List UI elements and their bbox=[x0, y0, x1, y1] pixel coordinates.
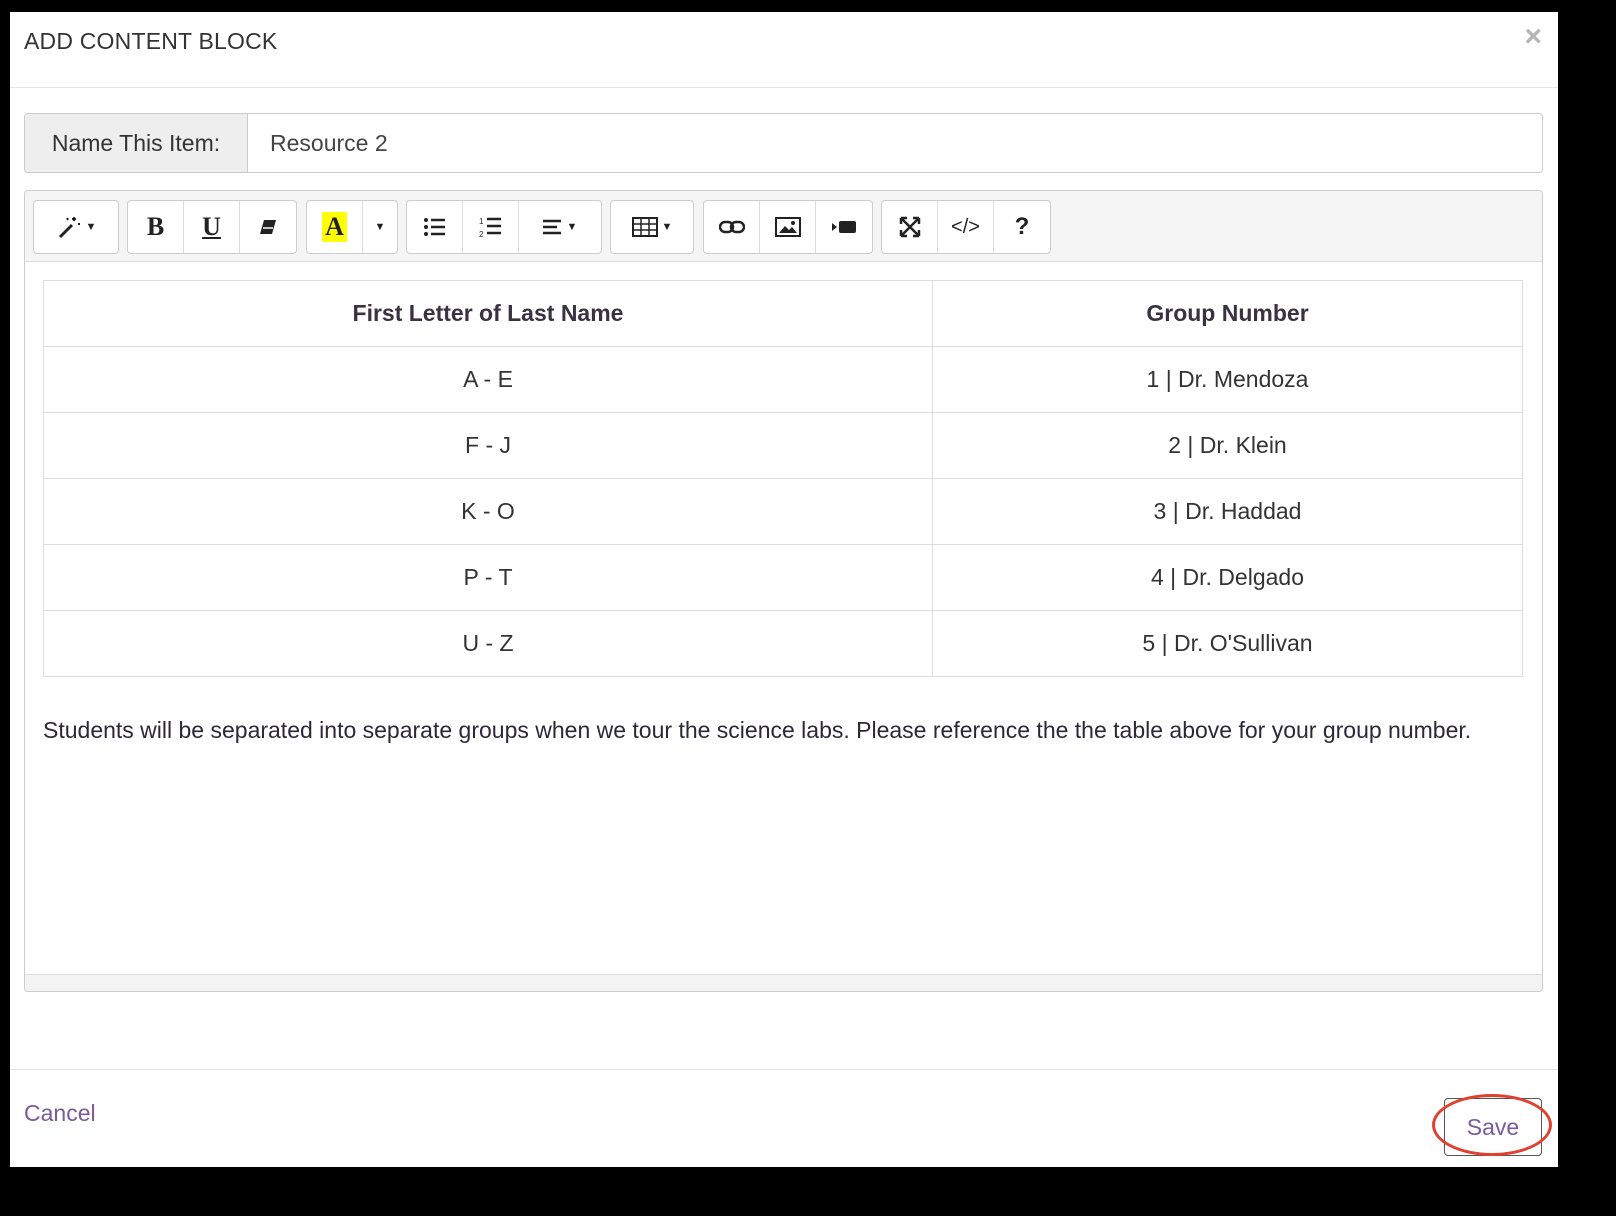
numbered-list-icon[interactable]: 12 bbox=[463, 201, 519, 253]
align-icon[interactable]: ▼ bbox=[519, 201, 601, 253]
letter-range-cell: U - Z bbox=[43, 610, 933, 677]
letter-range-cell: P - T bbox=[43, 544, 933, 611]
close-icon[interactable]: × bbox=[1524, 22, 1542, 52]
table-row: F - J 2 | Dr. Klein bbox=[43, 412, 1523, 479]
editor-resize-bar[interactable] bbox=[25, 974, 1542, 991]
font-style-group: B U bbox=[127, 200, 297, 254]
modal-title: ADD CONTENT BLOCK bbox=[24, 28, 278, 54]
group-cell: 1 | Dr. Mendoza bbox=[932, 346, 1523, 413]
highlight-icon[interactable]: A bbox=[307, 201, 363, 253]
cancel-button[interactable]: Cancel bbox=[24, 1100, 96, 1127]
misc-group: </> ? bbox=[881, 200, 1051, 254]
group-cell: 3 | Dr. Haddad bbox=[932, 478, 1523, 545]
help-icon[interactable]: ? bbox=[994, 201, 1050, 253]
header-first-letter: First Letter of Last Name bbox=[43, 280, 933, 347]
color-group: A ▼ bbox=[306, 200, 398, 254]
table-row: U - Z 5 | Dr. O'Sullivan bbox=[43, 610, 1523, 677]
eraser-icon[interactable] bbox=[240, 201, 296, 253]
rich-text-editor: ▼ B U A ▼ 1 2 ▼ ▼ </> ? First Letter of … bbox=[24, 190, 1543, 992]
modal-header: ADD CONTENT BLOCK × bbox=[10, 12, 1558, 88]
underline-icon[interactable]: U bbox=[184, 201, 240, 253]
magic-wand-icon[interactable]: ▼ bbox=[34, 201, 118, 253]
link-icon[interactable] bbox=[704, 201, 760, 253]
group-cell: 5 | Dr. O'Sullivan bbox=[932, 610, 1523, 677]
save-button[interactable]: Save bbox=[1444, 1098, 1542, 1156]
caret-down-icon[interactable]: ▼ bbox=[363, 201, 397, 253]
editor-toolbar: ▼ B U A ▼ 1 2 ▼ ▼ </> ? bbox=[25, 191, 1542, 262]
bold-icon[interactable]: B bbox=[128, 201, 184, 253]
bullet-list-icon[interactable] bbox=[407, 201, 463, 253]
header-group-number: Group Number bbox=[932, 280, 1523, 347]
table-header-row: First Letter of Last Name Group Number bbox=[43, 280, 1523, 347]
instruction-paragraph: Students will be separated into separate… bbox=[43, 717, 1472, 743]
fullscreen-icon[interactable] bbox=[882, 201, 938, 253]
editor-content[interactable]: First Letter of Last Name Group Number A… bbox=[25, 262, 1542, 766]
paragraph-group: 12 ▼ bbox=[406, 200, 602, 254]
name-item-input[interactable] bbox=[248, 114, 1542, 172]
table-row: P - T 4 | Dr. Delgado bbox=[43, 544, 1523, 611]
name-item-row: Name This Item: bbox=[24, 113, 1543, 173]
name-item-label: Name This Item: bbox=[25, 114, 248, 172]
group-cell: 2 | Dr. Klein bbox=[932, 412, 1523, 479]
group-table: First Letter of Last Name Group Number A… bbox=[43, 280, 1523, 677]
image-icon[interactable] bbox=[760, 201, 816, 253]
svg-text:1: 1 bbox=[479, 217, 484, 226]
letter-range-cell: F - J bbox=[43, 412, 933, 479]
video-icon[interactable] bbox=[816, 201, 872, 253]
modal-footer: Cancel Save bbox=[10, 1069, 1558, 1168]
group-cell: 4 | Dr. Delgado bbox=[932, 544, 1523, 611]
code-view-icon[interactable]: </> bbox=[938, 201, 994, 253]
table-row: K - O 3 | Dr. Haddad bbox=[43, 478, 1523, 545]
add-content-block-modal: ADD CONTENT BLOCK × Name This Item: ▼ B … bbox=[10, 12, 1558, 1167]
insert-group bbox=[703, 200, 873, 254]
svg-text:2: 2 bbox=[479, 230, 484, 238]
table-group: ▼ bbox=[610, 200, 694, 254]
table-row: A - E 1 | Dr. Mendoza bbox=[43, 346, 1523, 413]
letter-range-cell: A - E bbox=[43, 346, 933, 413]
table-icon[interactable]: ▼ bbox=[611, 201, 693, 253]
style-group: ▼ bbox=[33, 200, 119, 254]
letter-range-cell: K - O bbox=[43, 478, 933, 545]
